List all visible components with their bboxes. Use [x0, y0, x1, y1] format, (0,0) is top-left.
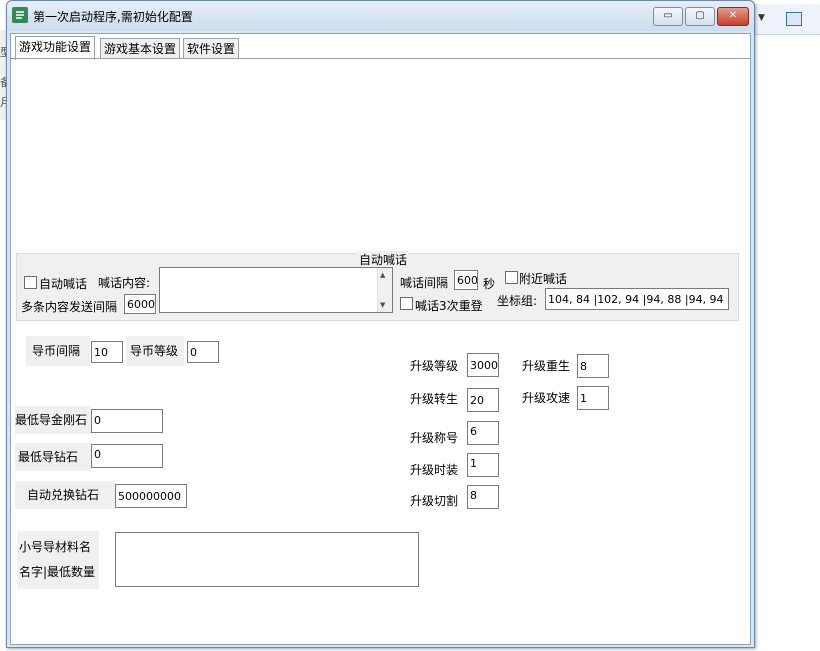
maximize-button[interactable]: ▢ — [685, 7, 715, 26]
coin-level-input[interactable]: 0 — [187, 341, 219, 363]
shout-content-textarea[interactable]: ▲ ▼ — [159, 267, 393, 313]
min-drill-label: 最低导钻石 — [15, 443, 91, 471]
upgrade-attack-speed-input[interactable]: 1 — [577, 386, 609, 410]
coin-level-label: 导币等级 — [126, 336, 184, 366]
upgrade-cut-input[interactable]: 8 — [467, 485, 499, 509]
client-area: 游戏功能设置 游戏基本设置 软件设置 自动喊话 自动喊话 喊话内容: 多条内容发… — [10, 33, 751, 645]
min-diamond-stone-input[interactable]: 0 — [91, 409, 163, 433]
dropdown-arrow-icon[interactable]: ▼ — [758, 13, 765, 23]
nearby-shout-checkbox[interactable] — [505, 271, 518, 284]
minimize-button[interactable]: ▭ — [653, 7, 683, 26]
upgrade-rebirth-label: 升级重生 — [522, 359, 571, 373]
seconds-label: 秒 — [483, 277, 496, 291]
shout-interval-input[interactable]: 600 — [454, 270, 478, 290]
auto-exchange-label: 自动兑换钻石 — [15, 481, 115, 509]
shout-interval-label: 喊话间隔 — [400, 276, 449, 290]
scroll-down-icon[interactable]: ▼ — [380, 301, 385, 309]
config-window: 第一次启动程序,需初始化配置 ▭ ▢ ✕ 游戏功能设置 游戏基本设置 软件设置 … — [6, 0, 755, 648]
tab-software[interactable]: 软件设置 — [183, 38, 240, 59]
upgrade-fashion-label: 升级时装 — [410, 463, 459, 477]
close-button[interactable]: ✕ — [717, 7, 749, 26]
upgrade-transfer-label: 升级转生 — [410, 392, 459, 406]
auto-shout-group-title: 自动喊话 — [357, 251, 410, 268]
scroll-up-icon[interactable]: ▲ — [380, 271, 385, 279]
multi-interval-label: 多条内容发送间隔 — [21, 300, 118, 314]
panel-icon[interactable] — [786, 12, 802, 26]
shout-content-scrollbar[interactable]: ▲ ▼ — [377, 268, 392, 312]
tab-game-basic[interactable]: 游戏基本设置 — [100, 38, 181, 59]
auto-shout-checkbox[interactable] — [24, 276, 37, 289]
min-drill-input[interactable]: 0 — [91, 444, 163, 468]
title-bar[interactable]: 第一次启动程序,需初始化配置 ▭ ▢ ✕ — [7, 1, 754, 31]
upgrade-title-input[interactable]: 6 — [467, 421, 499, 445]
upgrade-cut-label: 升级切割 — [410, 494, 459, 508]
window-title: 第一次启动程序,需初始化配置 — [33, 10, 193, 24]
background-toolbar: ▼ — [752, 4, 820, 35]
upgrade-level-input[interactable]: 3000 — [467, 353, 499, 377]
nearby-shout-label: 附近喊话 — [519, 272, 568, 286]
tab-divider — [11, 58, 750, 59]
multi-interval-input[interactable]: 6000 — [124, 294, 156, 314]
coords-input[interactable]: 104, 84 |102, 94 |94, 88 |94, 94 — [545, 288, 729, 310]
upgrade-transfer-input[interactable]: 20 — [467, 388, 499, 412]
auto-exchange-input[interactable]: 500000000 — [115, 484, 187, 508]
min-diamond-stone-label: 最低导金刚石 — [15, 406, 91, 434]
alt-material-label-box: 小号导材料名 名字|最低数量 — [17, 531, 99, 589]
upgrade-attack-speed-label: 升级攻速 — [522, 391, 571, 405]
upgrade-title-label: 升级称号 — [410, 431, 459, 445]
upgrade-level-label: 升级等级 — [410, 359, 459, 373]
alt-material-label: 小号导材料名 — [19, 540, 92, 554]
coin-interval-label: 导币间隔 — [26, 336, 90, 366]
alt-material-textarea[interactable] — [115, 532, 419, 587]
name-min-qty-label: 名字|最低数量 — [19, 565, 96, 579]
auto-shout-group: 自动喊话 自动喊话 喊话内容: 多条内容发送间隔 6000 ▲ ▼ 喊话间隔 6… — [16, 251, 739, 321]
shout-content-label: 喊话内容: — [98, 276, 151, 290]
coin-interval-input[interactable]: 10 — [91, 341, 123, 363]
coords-label: 坐标组: — [497, 294, 538, 308]
triple-relogin-checkbox[interactable] — [400, 297, 413, 310]
triple-relogin-label: 喊话3次重登 — [415, 299, 483, 313]
tab-game-functions[interactable]: 游戏功能设置 — [15, 36, 96, 60]
app-icon — [12, 7, 28, 23]
upgrade-fashion-input[interactable]: 1 — [467, 453, 499, 477]
upgrade-rebirth-input[interactable]: 8 — [577, 354, 609, 378]
auto-shout-label: 自动喊话 — [39, 277, 88, 291]
